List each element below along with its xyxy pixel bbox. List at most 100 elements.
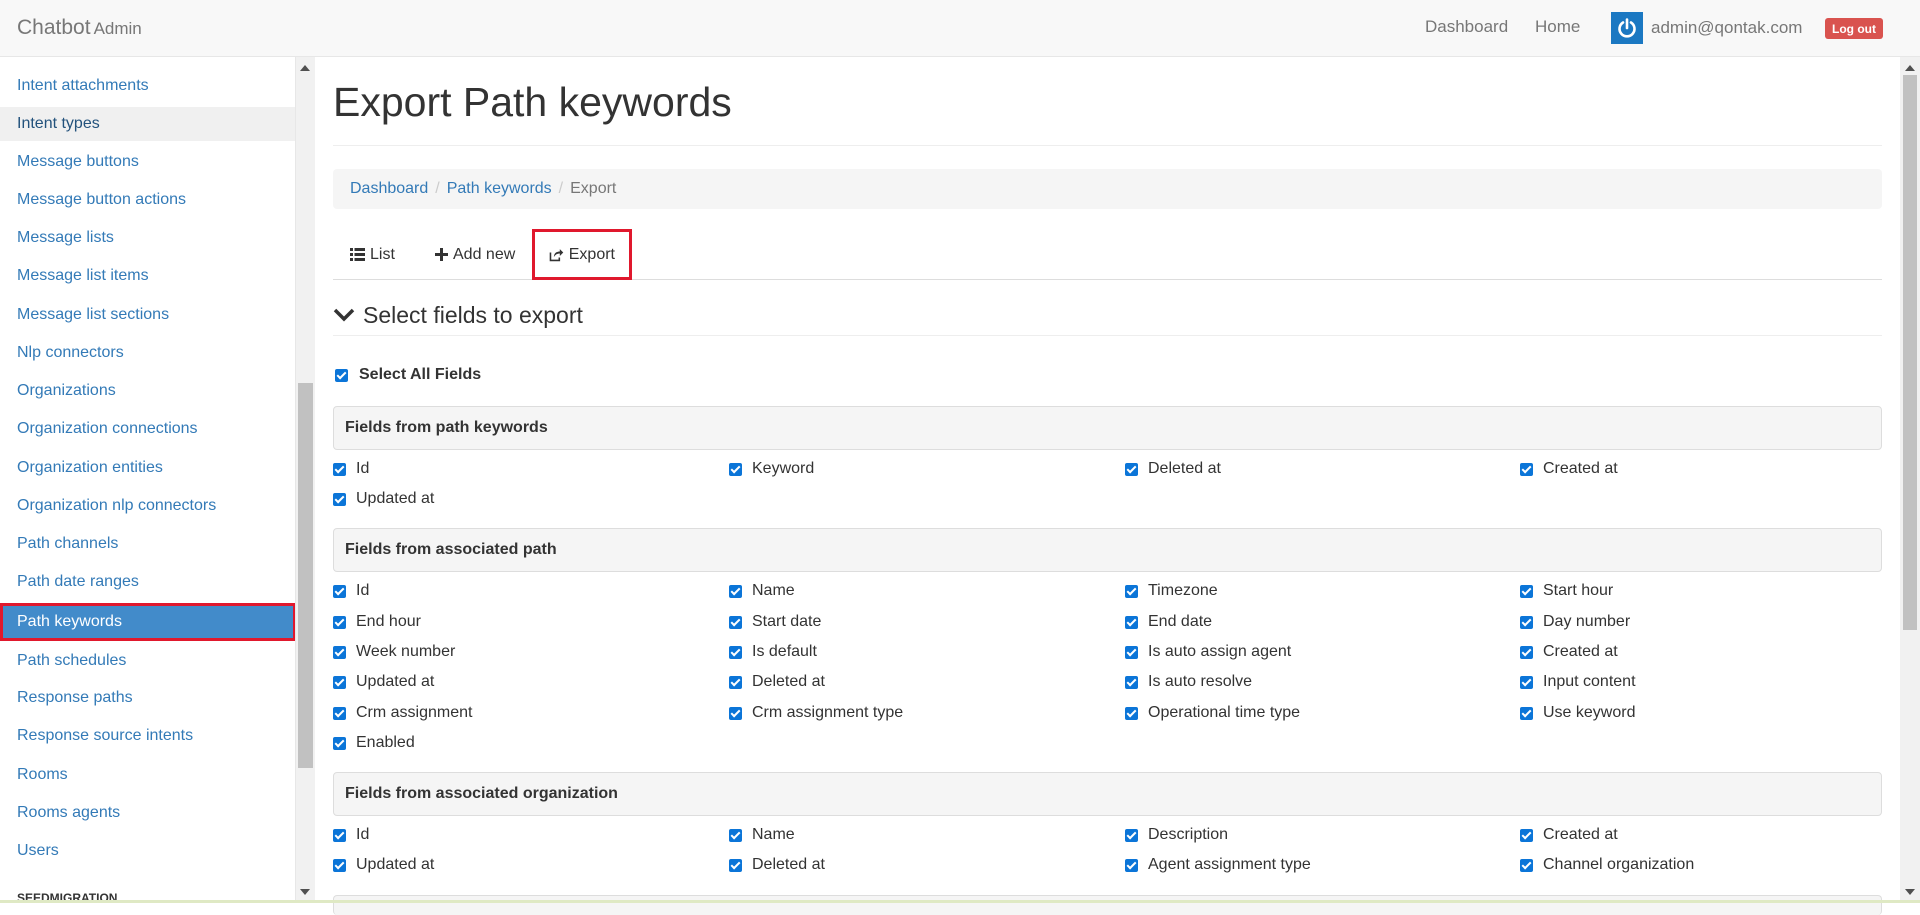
checkbox[interactable] <box>333 675 346 689</box>
field-checkbox[interactable]: Id <box>333 459 369 479</box>
field-checkbox[interactable]: Updated at <box>333 672 434 692</box>
field-checkbox[interactable]: Enabled <box>333 733 415 753</box>
field-checkbox[interactable]: Is default <box>729 642 817 662</box>
nav-link-home[interactable]: Home <box>1535 17 1580 37</box>
field-checkbox[interactable]: Deleted at <box>729 672 825 692</box>
field-checkbox[interactable]: Crm assignment <box>333 703 472 723</box>
checkbox[interactable] <box>1125 645 1138 659</box>
sidebar-item-path-keywords[interactable]: Path keywords <box>0 603 295 641</box>
sidebar-item-rooms[interactable]: Rooms <box>0 758 295 792</box>
checkbox[interactable] <box>1125 584 1138 598</box>
field-checkbox[interactable]: Start date <box>729 612 821 632</box>
checkbox[interactable] <box>729 706 742 720</box>
sidebar-scrollbar[interactable] <box>296 57 315 903</box>
checkbox[interactable] <box>1125 706 1138 720</box>
tab-export[interactable]: Export <box>532 229 632 280</box>
user-menu[interactable]: admin@qontak.com <box>1611 12 1802 44</box>
sidebar-item-intent-types[interactable]: Intent types <box>0 107 295 141</box>
sidebar-item-organizations[interactable]: Organizations <box>0 374 295 408</box>
checkbox[interactable] <box>729 675 742 689</box>
field-checkbox[interactable]: Channel organization <box>1520 855 1694 875</box>
sidebar-item-organization-connections[interactable]: Organization connections <box>0 412 295 446</box>
checkbox[interactable] <box>333 706 346 720</box>
scroll-down-icon[interactable] <box>300 889 310 895</box>
breadcrumb-path-keywords[interactable]: Path keywords <box>447 180 552 198</box>
brand[interactable]: Chatbot Admin <box>17 16 142 40</box>
field-checkbox[interactable]: Name <box>729 825 795 845</box>
scroll-thumb[interactable] <box>1903 75 1917 630</box>
field-checkbox[interactable]: Agent assignment type <box>1125 855 1311 875</box>
sidebar-item-message-list-items[interactable]: Message list items <box>0 259 295 293</box>
sidebar-item-message-lists[interactable]: Message lists <box>0 221 295 255</box>
field-checkbox[interactable]: Timezone <box>1125 581 1218 601</box>
checkbox[interactable] <box>729 858 742 872</box>
field-checkbox[interactable]: End hour <box>333 612 421 632</box>
sidebar-item-path-channels[interactable]: Path channels <box>0 527 295 561</box>
checkbox[interactable] <box>333 858 346 872</box>
scroll-down-icon[interactable] <box>1905 889 1915 895</box>
checkbox[interactable] <box>729 828 742 842</box>
field-checkbox[interactable]: Deleted at <box>1125 459 1221 479</box>
field-checkbox[interactable]: Input content <box>1520 672 1636 692</box>
checkbox[interactable] <box>1520 645 1533 659</box>
checkbox[interactable] <box>1125 615 1138 629</box>
sidebar-item-organization-nlp-connectors[interactable]: Organization nlp connectors <box>0 489 295 523</box>
sidebar-item-organization-entities[interactable]: Organization entities <box>0 451 295 485</box>
field-checkbox[interactable]: Crm assignment type <box>729 703 903 723</box>
field-checkbox[interactable]: Created at <box>1520 642 1618 662</box>
checkbox[interactable] <box>333 736 346 750</box>
field-checkbox[interactable]: Name <box>729 581 795 601</box>
field-checkbox[interactable]: Created at <box>1520 825 1618 845</box>
sidebar-item-users[interactable]: Users <box>0 834 295 868</box>
sidebar-item-message-buttons[interactable]: Message buttons <box>0 145 295 179</box>
field-checkbox[interactable]: Created at <box>1520 459 1618 479</box>
field-checkbox[interactable]: Day number <box>1520 612 1630 632</box>
checkbox[interactable] <box>333 828 346 842</box>
section-title[interactable]: Select fields to export <box>333 300 583 330</box>
checkbox[interactable] <box>1520 858 1533 872</box>
tab-add-new[interactable]: Add new <box>418 229 532 280</box>
checkbox[interactable] <box>333 615 346 629</box>
sidebar-item-response-paths[interactable]: Response paths <box>0 681 295 715</box>
checkbox[interactable] <box>333 584 346 598</box>
checkbox[interactable] <box>1520 615 1533 629</box>
breadcrumb-dashboard[interactable]: Dashboard <box>350 180 428 198</box>
field-checkbox[interactable]: Updated at <box>333 489 434 509</box>
field-checkbox[interactable]: Keyword <box>729 459 814 479</box>
sidebar-item-path-schedules[interactable]: Path schedules <box>0 644 295 678</box>
sidebar-item-nlp-connectors[interactable]: Nlp connectors <box>0 336 295 370</box>
checkbox[interactable] <box>1520 706 1533 720</box>
checkbox[interactable] <box>1520 584 1533 598</box>
sidebar-item-message-button-actions[interactable]: Message button actions <box>0 183 295 217</box>
tab-list[interactable]: List <box>333 229 412 280</box>
field-checkbox[interactable]: Is auto resolve <box>1125 672 1252 692</box>
checkbox[interactable] <box>1520 462 1533 476</box>
checkbox[interactable] <box>1520 828 1533 842</box>
sidebar-item-rooms-agents[interactable]: Rooms agents <box>0 796 295 830</box>
checkbox[interactable] <box>1125 828 1138 842</box>
field-checkbox[interactable]: Use keyword <box>1520 703 1635 723</box>
field-checkbox[interactable]: Start hour <box>1520 581 1613 601</box>
logout-button[interactable]: Log out <box>1825 18 1883 39</box>
checkbox[interactable] <box>333 492 346 506</box>
select-all-checkbox[interactable]: Select All Fields <box>335 366 481 384</box>
field-checkbox[interactable]: Updated at <box>333 855 434 875</box>
sidebar-item-message-list-sections[interactable]: Message list sections <box>0 298 295 332</box>
checkbox[interactable] <box>1125 675 1138 689</box>
field-checkbox[interactable]: Id <box>333 581 369 601</box>
sidebar-item-response-source-intents[interactable]: Response source intents <box>0 719 295 753</box>
checkbox[interactable] <box>1125 462 1138 476</box>
field-checkbox[interactable]: Operational time type <box>1125 703 1300 723</box>
scroll-thumb[interactable] <box>298 383 313 768</box>
checkbox[interactable] <box>1520 675 1533 689</box>
scroll-up-icon[interactable] <box>1905 65 1915 71</box>
checkbox[interactable] <box>729 462 742 476</box>
checkbox[interactable] <box>333 462 346 476</box>
field-checkbox[interactable]: Week number <box>333 642 455 662</box>
sidebar-item-intent-attachments[interactable]: Intent attachments <box>0 69 295 103</box>
checkbox[interactable] <box>335 368 348 382</box>
checkbox[interactable] <box>333 645 346 659</box>
checkbox[interactable] <box>729 584 742 598</box>
nav-link-dashboard[interactable]: Dashboard <box>1425 17 1508 37</box>
field-checkbox[interactable]: Deleted at <box>729 855 825 875</box>
